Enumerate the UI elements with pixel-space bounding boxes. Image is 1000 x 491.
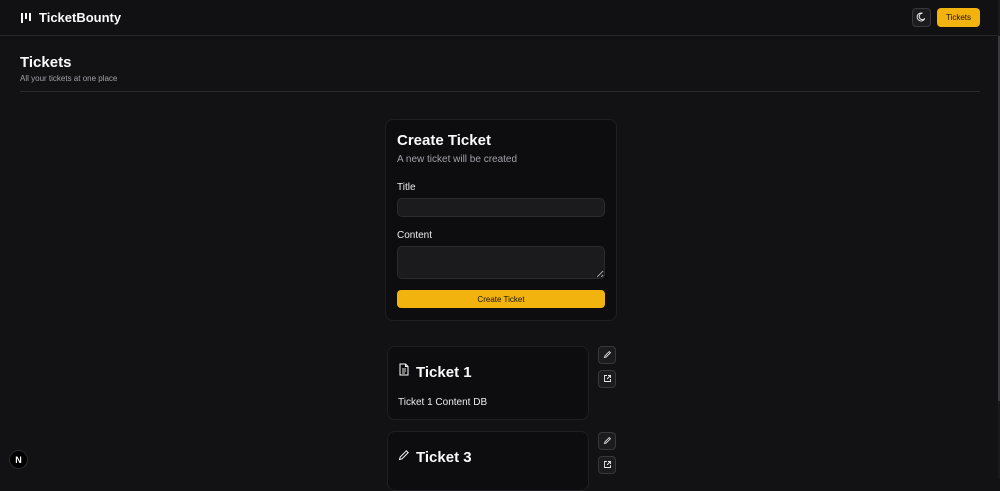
content-textarea[interactable]: [397, 246, 605, 279]
ticket-card: Ticket 1 Ticket 1 Content DB: [387, 346, 589, 420]
pencil-icon: [603, 432, 612, 450]
create-ticket-title: Create Ticket: [397, 132, 491, 149]
navbar: TicketBounty Tickets: [0, 0, 1000, 36]
open-ticket-button[interactable]: [598, 370, 616, 388]
ticket-title: Ticket 3: [416, 448, 472, 466]
kanban-icon: [20, 12, 32, 24]
file-text-icon: [398, 363, 410, 381]
page-subtitle: All your tickets at one place: [20, 74, 118, 83]
pencil-icon: [398, 448, 410, 466]
header-divider: [20, 91, 980, 92]
create-ticket-description: A new ticket will be created: [397, 154, 518, 165]
ticket-card: Ticket 3: [387, 431, 589, 491]
page-title: Tickets: [20, 54, 72, 71]
brand-link[interactable]: TicketBounty: [20, 10, 121, 25]
pencil-icon: [603, 346, 612, 364]
open-ticket-button[interactable]: [598, 456, 616, 474]
dev-tools-badge[interactable]: N: [9, 450, 28, 469]
title-input[interactable]: [397, 198, 605, 217]
ticket-title: Ticket 1: [416, 363, 472, 381]
external-link-icon: [603, 456, 612, 474]
theme-toggle-button[interactable]: [911, 8, 931, 27]
ticket-content: Ticket 1 Content DB: [398, 397, 488, 408]
external-link-icon: [603, 370, 612, 388]
create-ticket-card: Create Ticket A new ticket will be creat…: [385, 119, 617, 321]
page-header: Tickets All your tickets at one place: [20, 54, 980, 83]
edit-ticket-button[interactable]: [598, 432, 616, 450]
brand-name: TicketBounty: [39, 10, 122, 25]
create-ticket-button[interactable]: Create Ticket: [397, 290, 605, 308]
content-label: Content: [397, 230, 433, 241]
title-label: Title: [397, 182, 416, 193]
edit-ticket-button[interactable]: [598, 346, 616, 364]
tickets-nav-button[interactable]: Tickets: [936, 8, 980, 27]
moon-icon: [916, 9, 926, 27]
